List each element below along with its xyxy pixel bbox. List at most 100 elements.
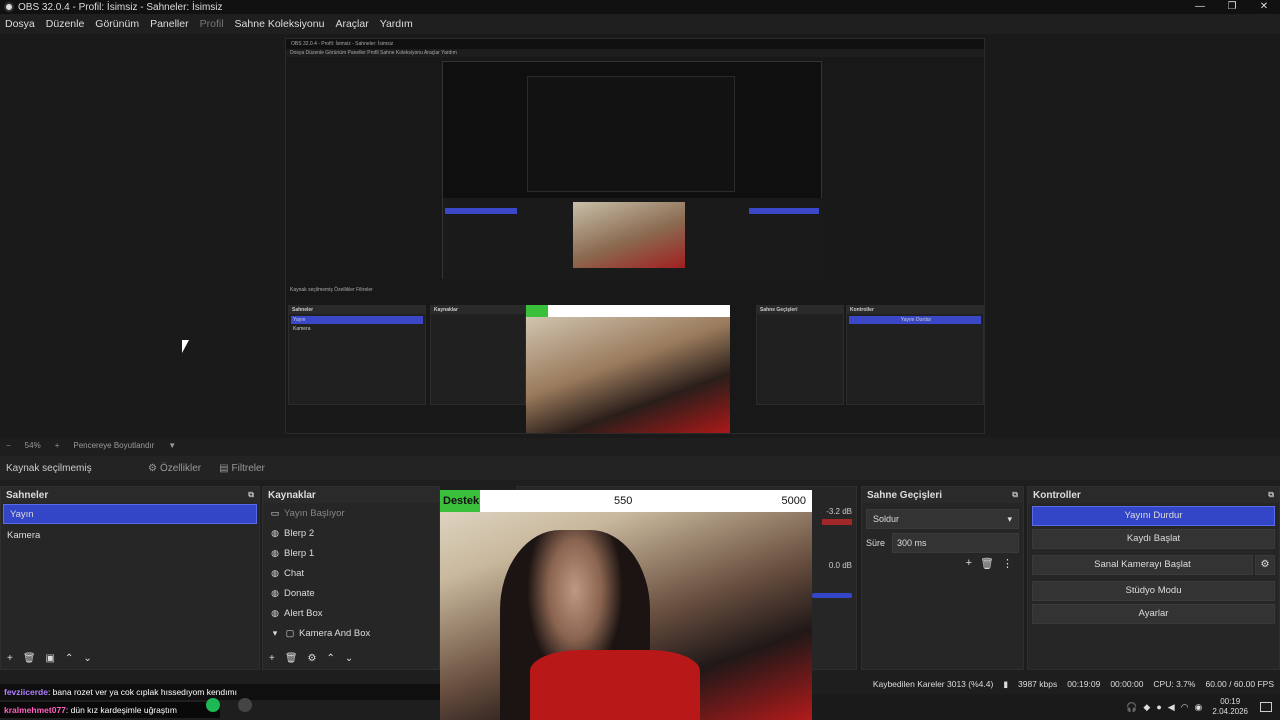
undock-icon[interactable]: ⧉ [1012, 490, 1018, 500]
trash-icon[interactable]: 🗑 [285, 653, 298, 664]
source-item[interactable]: ◍ Chat [263, 563, 439, 583]
add-scene-button[interactable]: + [7, 653, 13, 664]
menu-docks[interactable]: Paneller [150, 18, 189, 30]
menu-view[interactable]: Görünüm [95, 18, 139, 30]
browser-icon: ◍ [271, 527, 279, 538]
scene-item[interactable]: Yayın [3, 504, 257, 524]
browser-icon: ◍ [271, 567, 279, 578]
menu-scene-collection[interactable]: Sahne Koleksiyonu [235, 18, 325, 30]
system-tray: 🎧 ◆ ● ◀ ◠ ◉ 00:19 2.04.2026 [812, 694, 1280, 720]
speaker-icon[interactable]: ◀ [1168, 702, 1175, 713]
sources-header: Kaynaklar [263, 487, 439, 503]
scene-label: Kamera [7, 529, 41, 541]
undock-icon[interactable]: ⧉ [248, 490, 254, 500]
scene-item[interactable]: Kamera [1, 525, 259, 545]
menu-edit[interactable]: Düzenle [46, 18, 85, 30]
source-item[interactable]: ◍ Blerp 2 [263, 523, 439, 543]
transition-select[interactable]: Soldur ▾ [866, 509, 1019, 529]
scenes-footer: + 🗑 ▣ ⌃ ⌄ [1, 650, 259, 666]
undock-icon[interactable]: ⧉ [1268, 490, 1274, 500]
move-up-icon[interactable]: ⌃ [65, 653, 73, 664]
volume-slider[interactable] [812, 593, 852, 598]
source-label: Chat [284, 567, 305, 579]
trash-icon[interactable]: 🗑 [980, 557, 994, 570]
zoom-mode-select[interactable]: Pencereye Boyutlandır [73, 441, 154, 450]
notification-icon[interactable] [1260, 702, 1272, 712]
source-label: Blerp 1 [284, 547, 315, 559]
dropped-frames: Kaybedilen Kareler 3013 (%4.4) [872, 679, 994, 689]
nested-obs-capture: OBS 32.0.4 - Profil: İsimsiz - Sahneler:… [285, 38, 985, 434]
zoom-value: 54% [24, 440, 41, 450]
transition-value: Soldur [873, 514, 900, 524]
taskbar-pinned [206, 698, 270, 712]
nested-transitions-header: Sahne Geçişleri [757, 306, 843, 314]
nested-menu: Dosya Düzenle Görünüm Paneller Profil Sa… [286, 49, 984, 57]
gear-icon[interactable]: ⚙ [308, 653, 317, 664]
app-icon[interactable] [238, 698, 252, 712]
virtual-camera-button[interactable]: Sanal Kamerayı Başlat [1032, 555, 1253, 575]
move-down-icon[interactable]: ⌄ [83, 653, 91, 664]
nested-scenes-dock: Sahneler Yayın Kamera [288, 305, 426, 405]
start-recording-button[interactable]: Kaydı Başlat [1032, 529, 1275, 549]
source-label: Alert Box [284, 607, 323, 619]
spotify-icon[interactable] [206, 698, 220, 712]
recursive-docks [443, 198, 823, 280]
streamer-shirt [530, 650, 700, 720]
fps: 60.00 / 60.00 FPS [1205, 679, 1274, 689]
transition-tools: + 🗑 ⋮ [958, 557, 1013, 570]
source-label: Blerp 2 [284, 527, 315, 539]
chevron-down-icon[interactable]: ▼ [168, 441, 176, 450]
trash-icon[interactable]: 🗑 [23, 653, 36, 664]
studio-mode-button[interactable]: Stüdyo Modu [1032, 581, 1275, 601]
add-source-button[interactable]: + [269, 653, 275, 664]
menu-bar: Dosya Düzenle Görünüm Paneller Profil Sa… [0, 14, 1280, 34]
status-bar: Kaybedilen Kareler 3013 (%4.4) ▮ 3987 kb… [812, 676, 1280, 692]
menu-profile[interactable]: Profil [200, 18, 224, 30]
folder-icon: ▢ [285, 627, 295, 638]
scenes-title: Sahneler [6, 489, 49, 501]
source-item[interactable]: ◍ Donate [263, 583, 439, 603]
add-transition-button[interactable]: + [966, 557, 972, 570]
more-icon[interactable]: ⋮ [1002, 557, 1013, 570]
move-down-icon[interactable]: ⌄ [345, 653, 353, 664]
zoom-out-button[interactable]: − [6, 441, 11, 450]
nested-title: OBS 32.0.4 - Profil: İsimsiz - Sahneler:… [286, 39, 984, 49]
spotify-icon[interactable]: ◉ [1195, 702, 1203, 713]
menu-tools[interactable]: Araçlar [335, 18, 368, 30]
minimize-button[interactable]: — [1184, 0, 1216, 14]
source-label: Yayın Başlıyor [284, 507, 345, 519]
recursive-scene-selected [445, 208, 517, 214]
chevron-down-icon[interactable]: ▾ [269, 628, 281, 639]
source-item[interactable]: ◍ Alert Box [263, 603, 439, 623]
gear-icon[interactable]: ⚙ [1255, 555, 1275, 575]
stop-stream-button[interactable]: Yayını Durdur [1032, 506, 1275, 526]
duration-input[interactable]: 300 ms [892, 533, 1019, 553]
shield-icon[interactable]: ◆ [1143, 702, 1150, 713]
nested-goal-bar [526, 305, 730, 317]
browser-icon: ◍ [271, 607, 279, 618]
wifi-icon[interactable]: ◠ [1181, 702, 1189, 713]
source-item[interactable]: ▭ Yayın Başlıyor [263, 503, 439, 523]
nested-controls-header: Kontroller [847, 306, 983, 314]
browser-icon: ◍ [271, 547, 279, 558]
filters-button[interactable]: ▤ Filtreler [219, 463, 265, 474]
zoom-in-button[interactable]: + [55, 441, 60, 450]
title-bar: OBS 32.0.4 - Profil: İsimsiz - Sahneler:… [0, 0, 1280, 14]
chat-message: : dün kız kardeşimle uğraştım [65, 705, 177, 715]
source-item[interactable]: ◍ Blerp 1 [263, 543, 439, 563]
system-clock[interactable]: 00:19 2.04.2026 [1212, 697, 1248, 717]
maximize-button[interactable]: ❐ [1216, 0, 1248, 14]
settings-button[interactable]: Ayarlar [1032, 604, 1275, 624]
controls-header: Kontroller ⧉ [1028, 487, 1279, 503]
scene-filters-icon[interactable]: ▣ [46, 653, 55, 664]
menu-file[interactable]: Dosya [5, 18, 35, 30]
menu-help[interactable]: Yardım [380, 18, 413, 30]
headset-icon[interactable]: 🎧 [1126, 702, 1137, 713]
properties-button[interactable]: ⚙ Özellikler [148, 463, 201, 474]
mic-icon[interactable]: ● [1156, 702, 1161, 712]
move-up-icon[interactable]: ⌃ [327, 653, 335, 664]
source-group-item[interactable]: ▾ ▢ Kamera And Box [263, 623, 439, 643]
window-controls: — ❐ ✕ [1184, 0, 1280, 14]
close-button[interactable]: ✕ [1248, 0, 1280, 14]
donation-goal-bar: Destek 550 5000 [440, 490, 812, 512]
